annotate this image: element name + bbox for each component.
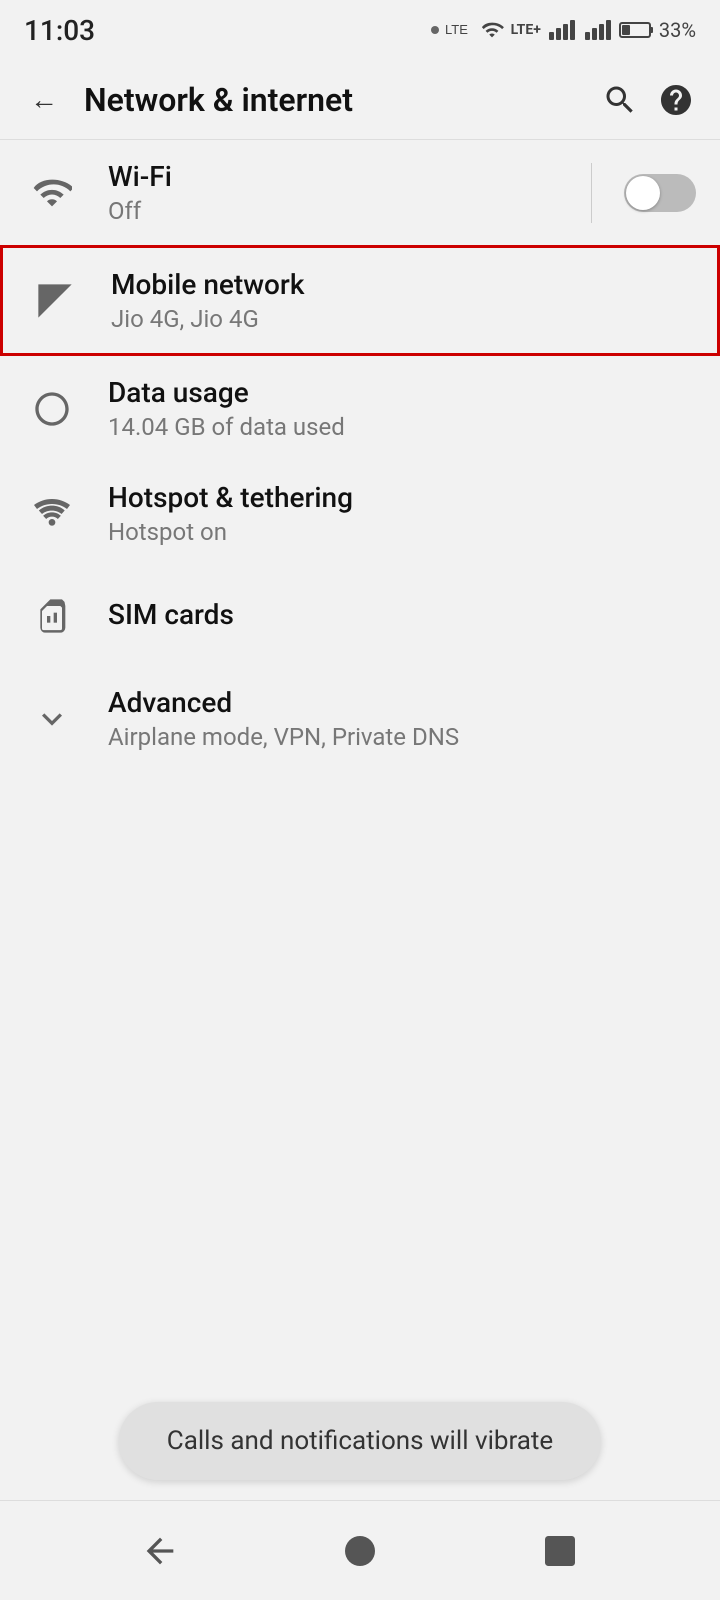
battery-text: 33% xyxy=(659,18,696,42)
hotspot-title: Hotspot & tethering xyxy=(108,481,696,514)
wifi-subtitle: Off xyxy=(108,197,575,225)
advanced-text: Advanced Airplane mode, VPN, Private DNS xyxy=(108,686,696,751)
sim-cards-title: SIM cards xyxy=(108,598,696,631)
home-nav-icon xyxy=(340,1531,380,1571)
data-usage-subtitle: 14.04 GB of data used xyxy=(108,413,696,441)
back-arrow-icon: ← xyxy=(30,83,58,116)
hotspot-icon xyxy=(24,486,80,542)
data-usage-icon xyxy=(24,381,80,437)
advanced-subtitle: Airplane mode, VPN, Private DNS xyxy=(108,723,696,751)
chevron-down-icon xyxy=(24,691,80,747)
toast-notification: Calls and notifications will vibrate xyxy=(119,1402,601,1480)
search-button[interactable] xyxy=(596,76,644,124)
svg-text:LTE: LTE xyxy=(445,22,468,37)
app-header: ← Network & internet xyxy=(0,60,720,140)
wifi-toggle[interactable] xyxy=(624,174,696,212)
home-nav-button[interactable] xyxy=(330,1521,390,1581)
wifi-divider xyxy=(591,163,592,223)
help-icon xyxy=(658,82,694,118)
header-actions xyxy=(596,76,700,124)
hotspot-setting[interactable]: Hotspot & tethering Hotspot on xyxy=(0,461,720,566)
wifi-icon xyxy=(24,165,80,221)
recents-nav-icon xyxy=(540,1531,580,1571)
mobile-network-subtitle: Jio 4G, Jio 4G xyxy=(111,305,693,333)
recents-nav-button[interactable] xyxy=(530,1521,590,1581)
mobile-network-title: Mobile network xyxy=(111,268,693,301)
wifi-text: Wi-Fi Off xyxy=(108,160,575,225)
wifi-setting[interactable]: Wi-Fi Off xyxy=(0,140,720,245)
page-title: Network & internet xyxy=(84,81,580,119)
wifi-toggle-thumb xyxy=(626,176,660,210)
lte-plus-icon: LTE+ xyxy=(511,22,541,38)
status-icons: LTE LTE+ 33% xyxy=(431,16,696,45)
sim-cards-text: SIM cards xyxy=(108,598,696,635)
data-usage-text: Data usage 14.04 GB of data used xyxy=(108,376,696,441)
advanced-setting[interactable]: Advanced Airplane mode, VPN, Private DNS xyxy=(0,666,720,771)
mobile-network-setting[interactable]: Mobile network Jio 4G, Jio 4G xyxy=(0,245,720,356)
hotspot-subtitle: Hotspot on xyxy=(108,518,696,546)
status-time: 11:03 xyxy=(24,14,95,47)
settings-list: Wi-Fi Off Mobile network Jio 4G, Jio 4G xyxy=(0,140,720,771)
sim-icon xyxy=(24,588,80,644)
hotspot-text: Hotspot & tethering Hotspot on xyxy=(108,481,696,546)
data-usage-title: Data usage xyxy=(108,376,696,409)
back-button[interactable]: ← xyxy=(20,76,68,124)
mobile-network-text: Mobile network Jio 4G, Jio 4G xyxy=(111,268,693,333)
data-usage-setting[interactable]: Data usage 14.04 GB of data used xyxy=(0,356,720,461)
signal-bars-icon xyxy=(549,20,575,40)
lte-call-icon: LTE xyxy=(445,16,473,45)
help-button[interactable] xyxy=(652,76,700,124)
wifi-status-icon xyxy=(479,19,505,41)
battery-icon: 33% xyxy=(619,18,696,42)
wifi-toggle-area xyxy=(575,163,696,223)
back-nav-icon xyxy=(140,1531,180,1571)
sim-cards-setting[interactable]: SIM cards xyxy=(0,566,720,666)
signal-bars-2-icon xyxy=(585,20,611,40)
wifi-title: Wi-Fi xyxy=(108,160,575,193)
dot-icon xyxy=(431,26,439,34)
status-bar: 11:03 LTE LTE+ xyxy=(0,0,720,60)
search-icon xyxy=(602,82,638,118)
bottom-navigation xyxy=(0,1500,720,1600)
signal-icon xyxy=(27,273,83,329)
back-nav-button[interactable] xyxy=(130,1521,190,1581)
advanced-title: Advanced xyxy=(108,686,696,719)
toast-text: Calls and notifications will vibrate xyxy=(167,1426,553,1456)
